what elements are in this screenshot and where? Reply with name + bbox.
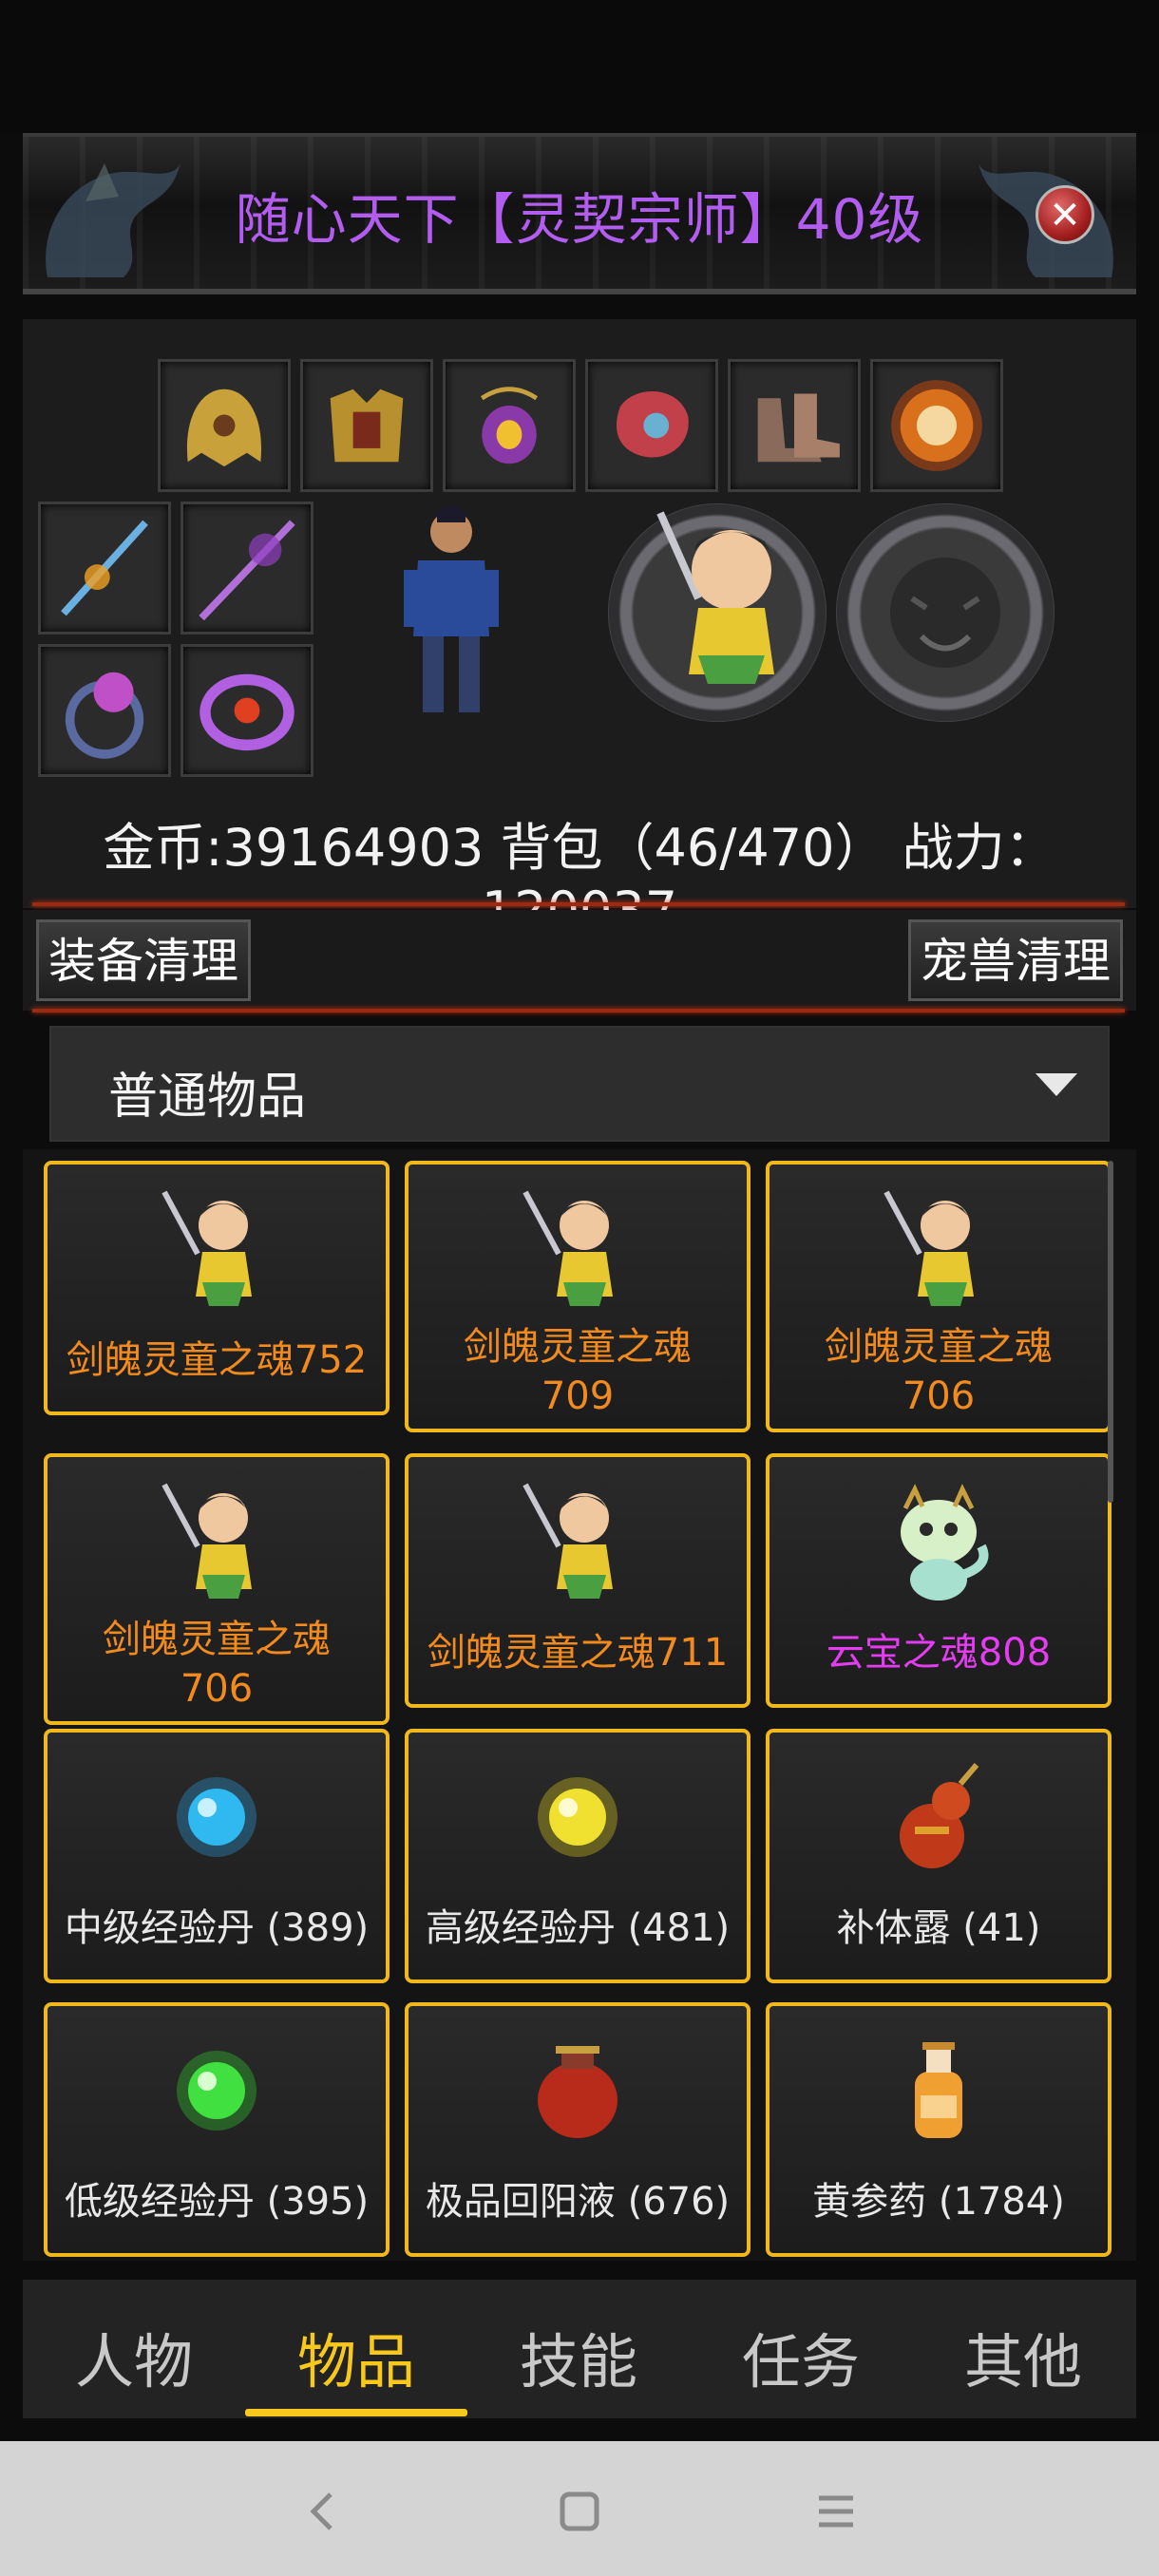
weapon-slot-1[interactable] bbox=[38, 502, 171, 635]
yellow-orb-icon bbox=[538, 1777, 618, 1857]
spear-icon bbox=[199, 520, 295, 621]
item-card[interactable]: 云宝之魂808 bbox=[766, 1453, 1112, 1708]
sword-boy-icon bbox=[162, 1190, 252, 1306]
item-card[interactable]: 中级经验丹 (389) bbox=[44, 1729, 390, 1983]
item-card[interactable]: 剑魄灵童之魂 709 bbox=[405, 1161, 750, 1432]
pet-slot-2[interactable] bbox=[836, 503, 1054, 722]
sword-boy-icon bbox=[162, 1483, 252, 1599]
potion-bottle-icon bbox=[915, 2042, 962, 2138]
tab-character[interactable]: 人物 bbox=[23, 2314, 245, 2399]
helmet-slot[interactable] bbox=[158, 359, 291, 492]
cloud-dragon-icon bbox=[901, 1484, 989, 1601]
active-tab-indicator bbox=[245, 2409, 467, 2416]
armor-slot[interactable] bbox=[300, 359, 433, 492]
item-card[interactable]: 黄参药 (1784) bbox=[766, 2002, 1112, 2257]
equip-clean-button[interactable]: 装备清理 bbox=[36, 919, 251, 1001]
sword-boy-pet-icon bbox=[656, 511, 774, 684]
status-bar-area bbox=[0, 0, 1159, 133]
divider-top bbox=[32, 902, 1125, 906]
item-name: 云宝之魂808 bbox=[826, 1631, 1052, 1675]
orb-ring-icon bbox=[65, 672, 144, 759]
system-nav-bar bbox=[0, 2441, 1159, 2576]
dropdown-selected: 普通物品 bbox=[108, 1069, 307, 1126]
green-orb-icon bbox=[177, 2051, 256, 2131]
item-card[interactable]: 剑魄灵童之魂 706 bbox=[766, 1161, 1112, 1432]
tab-skills[interactable]: 技能 bbox=[467, 2314, 690, 2399]
bracer-icon bbox=[616, 390, 689, 458]
item-name: 补体露 (41) bbox=[836, 1906, 1041, 1950]
pet-slot-1[interactable] bbox=[608, 503, 826, 722]
necklace-icon bbox=[480, 387, 539, 464]
character-avatar[interactable] bbox=[380, 494, 522, 731]
action-row: 装备清理 宠兽清理 bbox=[23, 910, 1136, 1011]
sword-boy-icon bbox=[522, 1190, 613, 1306]
item-name: 低级经验丹 (395) bbox=[64, 2180, 370, 2224]
boots-icon bbox=[757, 393, 840, 463]
boots-slot[interactable] bbox=[728, 359, 861, 492]
tab-other[interactable]: 其他 bbox=[912, 2314, 1134, 2399]
bracer-slot[interactable] bbox=[585, 359, 718, 492]
sword-boy-icon bbox=[884, 1190, 974, 1306]
item-card[interactable]: 高级经验丹 (481) bbox=[405, 1729, 750, 1983]
necklace-slot[interactable] bbox=[443, 359, 576, 492]
bottom-tab-bar: 人物 物品 技能 任务 其他 bbox=[23, 2280, 1136, 2418]
item-card[interactable]: 极品回阳液 (676) bbox=[405, 2002, 750, 2257]
page-title: 随心天下【灵契宗师】40级 bbox=[235, 187, 924, 252]
close-button[interactable]: ✕ bbox=[1036, 185, 1094, 244]
item-name: 高级经验丹 (481) bbox=[425, 1906, 731, 1950]
item-name: 中级经验丹 (389) bbox=[64, 1906, 370, 1950]
item-filter-dropdown[interactable]: 普通物品 bbox=[49, 1026, 1110, 1142]
home-icon[interactable] bbox=[551, 2483, 608, 2540]
item-card[interactable]: 剑魄灵童之魂711 bbox=[405, 1453, 750, 1708]
menu-icon[interactable] bbox=[808, 2483, 864, 2540]
item-name: 剑魄灵童之魂752 bbox=[66, 1338, 368, 1382]
item-name: 剑魄灵童之魂 709 bbox=[464, 1325, 692, 1418]
medal-slot[interactable] bbox=[870, 359, 1003, 492]
item-card[interactable]: 剑魄灵童之魂752 bbox=[44, 1161, 390, 1415]
gem-ring-icon bbox=[200, 673, 294, 751]
helmet-icon bbox=[186, 388, 262, 467]
item-name: 剑魄灵童之魂711 bbox=[427, 1631, 729, 1675]
medal-icon bbox=[891, 380, 982, 471]
divider-bottom bbox=[32, 1009, 1125, 1013]
sword-icon bbox=[61, 520, 148, 616]
ring-slot-1[interactable] bbox=[38, 644, 171, 777]
chevron-down-icon bbox=[1036, 1073, 1077, 1096]
tab-tasks[interactable]: 任务 bbox=[690, 2314, 912, 2399]
item-card[interactable]: 低级经验丹 (395) bbox=[44, 2002, 390, 2257]
pet-clean-button[interactable]: 宠兽清理 bbox=[908, 919, 1123, 1001]
item-name: 黄参药 (1784) bbox=[812, 2180, 1065, 2224]
item-name: 极品回阳液 (676) bbox=[425, 2180, 731, 2224]
tiger-pet-icon bbox=[890, 558, 1000, 668]
grid-scrollbar[interactable] bbox=[1108, 1161, 1113, 1503]
back-icon[interactable] bbox=[294, 2483, 352, 2540]
title-banner: 随心天下【灵契宗师】40级 bbox=[23, 133, 1136, 294]
ring-slot-2[interactable] bbox=[180, 644, 314, 777]
item-card[interactable]: 补体露 (41) bbox=[766, 1729, 1112, 1983]
red-jar-icon bbox=[538, 2046, 618, 2138]
item-name: 剑魄灵童之魂 706 bbox=[103, 1618, 331, 1711]
weapon-slot-2[interactable] bbox=[180, 502, 314, 635]
armor-icon bbox=[330, 388, 404, 463]
tab-items[interactable]: 物品 bbox=[245, 2314, 467, 2399]
close-icon: ✕ bbox=[1049, 194, 1081, 237]
item-name: 剑魄灵童之魂 706 bbox=[825, 1325, 1053, 1418]
gourd-icon bbox=[900, 1763, 979, 1868]
item-card[interactable]: 剑魄灵童之魂 706 bbox=[44, 1453, 390, 1725]
sword-boy-icon bbox=[522, 1483, 613, 1599]
blue-orb-icon bbox=[177, 1777, 256, 1857]
